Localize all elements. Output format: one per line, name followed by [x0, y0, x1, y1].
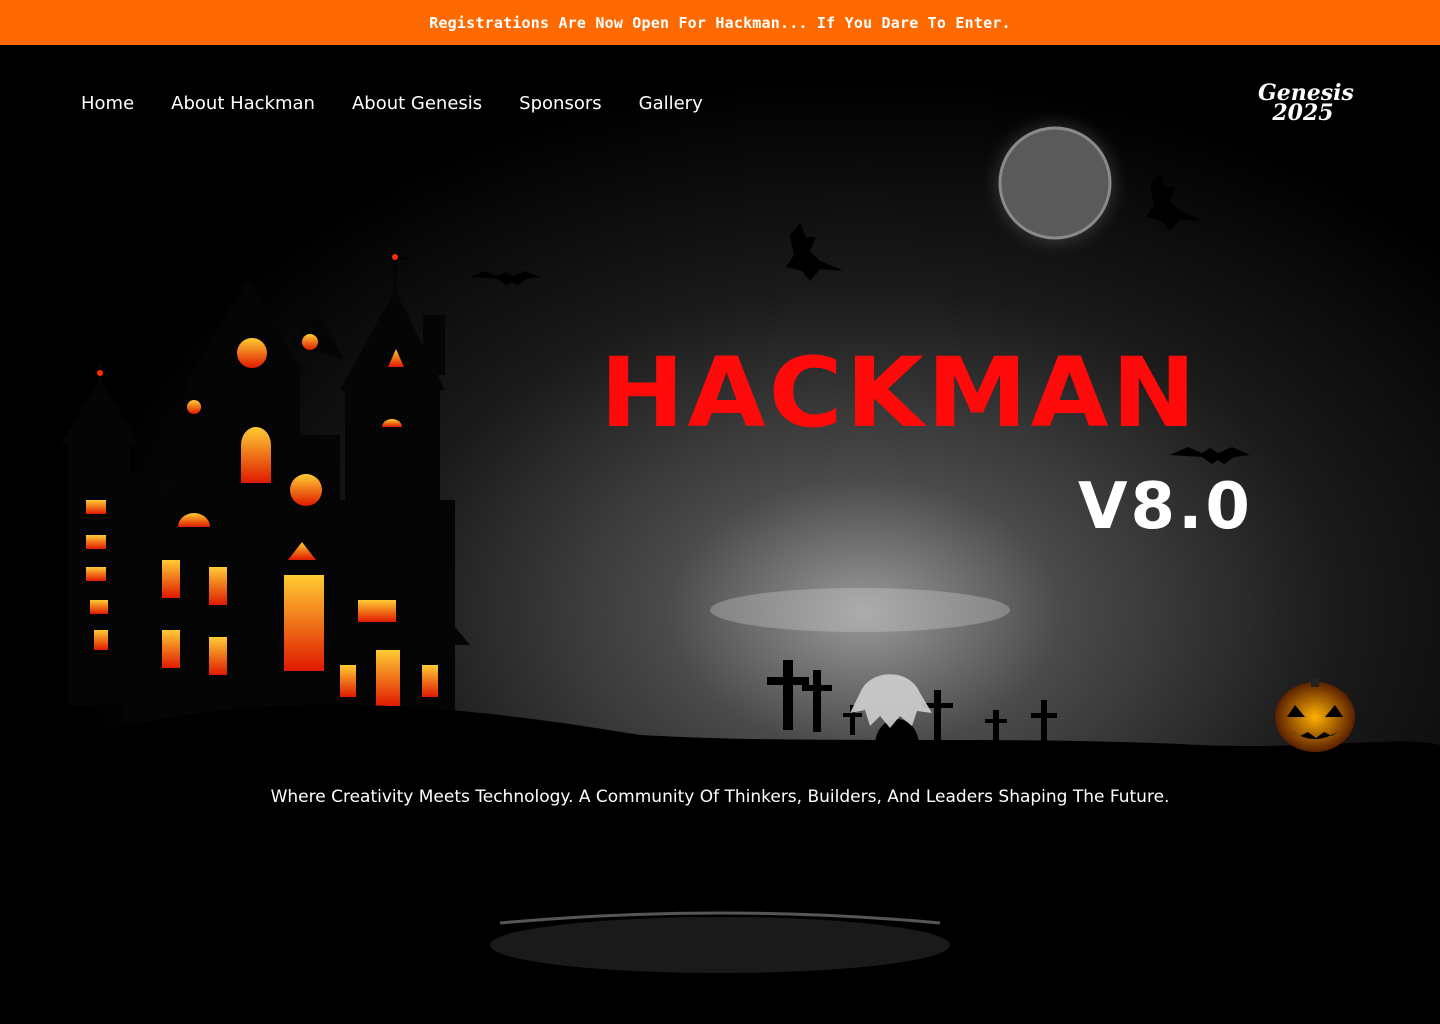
hero-version: V8.0	[1078, 470, 1253, 544]
genesis-logo[interactable]: Genesis 2025	[1258, 82, 1354, 126]
banner-text: Registrations Are Now Open For Hackman..…	[429, 13, 1011, 32]
hero-title: HACKMAN	[600, 337, 1200, 449]
logo-line2: 2025	[1272, 100, 1334, 126]
main-nav: Home About Hackman About Genesis Sponsor…	[81, 93, 703, 114]
nav-about-genesis[interactable]: About Genesis	[352, 93, 482, 114]
hero-section: Home About Hackman About Genesis Sponsor…	[0, 45, 1440, 1024]
announcement-banner: Registrations Are Now Open For Hackman..…	[0, 0, 1440, 45]
nav-about-hackman[interactable]: About Hackman	[171, 93, 315, 114]
hero-tagline: Where Creativity Meets Technology. A Com…	[270, 787, 1170, 807]
nav-sponsors[interactable]: Sponsors	[519, 93, 601, 114]
nav-gallery[interactable]: Gallery	[639, 93, 703, 114]
moon-icon	[980, 110, 1130, 260]
nav-home[interactable]: Home	[81, 93, 134, 114]
